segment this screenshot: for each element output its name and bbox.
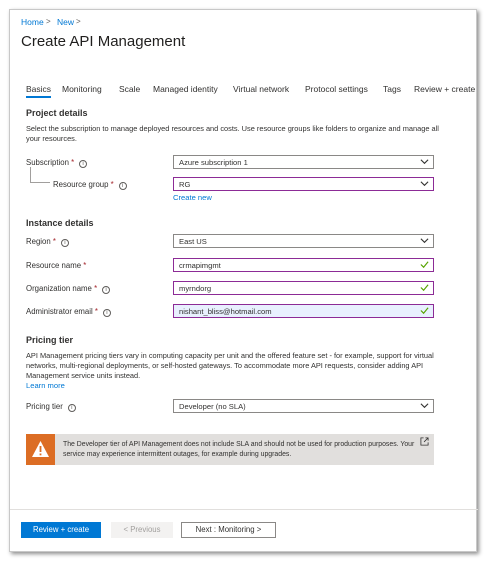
chevron-down-icon: [420, 159, 429, 165]
resource-name-input[interactable]: crmapimgmt: [173, 258, 434, 272]
chevron-down-icon: [420, 238, 429, 244]
next-monitoring-button[interactable]: Next : Monitoring >: [181, 522, 276, 538]
review-create-button[interactable]: Review + create: [21, 522, 101, 538]
project-details-heading: Project details: [26, 108, 88, 118]
tree-connector: [30, 167, 50, 183]
warning-text: The Developer tier of API Management doe…: [63, 441, 415, 458]
required-marker: *: [94, 284, 98, 293]
resource-group-select[interactable]: RG: [173, 177, 434, 191]
previous-button[interactable]: < Previous: [111, 522, 173, 538]
warning-banner: The Developer tier of API Management doe…: [26, 434, 434, 465]
tab-scale[interactable]: Scale: [119, 84, 140, 94]
tab-managed-identity[interactable]: Managed identity: [153, 84, 218, 94]
required-marker: *: [94, 307, 98, 316]
info-icon[interactable]: i: [118, 182, 127, 190]
required-marker: *: [52, 237, 56, 246]
instance-details-heading: Instance details: [26, 218, 94, 228]
info-icon[interactable]: i: [102, 309, 111, 317]
resource-group-label: Resource group * i: [53, 180, 127, 190]
tab-review-create[interactable]: Review + create: [414, 84, 475, 94]
tab-virtual-network[interactable]: Virtual network: [233, 84, 289, 94]
breadcrumb-new[interactable]: New: [57, 17, 74, 27]
create-new-link[interactable]: Create new: [173, 193, 212, 202]
tab-basics[interactable]: Basics: [26, 84, 52, 98]
region-value: East US: [179, 237, 207, 246]
required-marker: *: [110, 180, 114, 189]
info-icon[interactable]: i: [67, 404, 76, 412]
checkmark-icon: [420, 261, 429, 269]
footer-divider: [10, 509, 478, 510]
info-icon[interactable]: i: [102, 286, 111, 294]
breadcrumb-separator-icon: >: [46, 17, 51, 26]
pricing-tier-value: Developer (no SLA): [179, 402, 246, 411]
pricing-tier-heading: Pricing tier: [26, 335, 74, 345]
organization-name-label: Organization name * i: [26, 284, 111, 294]
warning-icon: [32, 441, 49, 457]
breadcrumb-separator-icon: >: [76, 17, 81, 26]
checkmark-icon: [420, 284, 429, 292]
required-marker: *: [83, 261, 87, 270]
subscription-select[interactable]: Azure subscription 1: [173, 155, 434, 169]
administrator-email-value: nishant_bliss@hotmail.com: [179, 307, 272, 316]
region-select[interactable]: East US: [173, 234, 434, 248]
pricing-tier-select[interactable]: Developer (no SLA): [173, 399, 434, 413]
organization-name-input[interactable]: myrndorg: [173, 281, 434, 295]
tab-protocol-settings[interactable]: Protocol settings: [305, 84, 368, 94]
administrator-email-label: Administrator email * i: [26, 307, 111, 317]
administrator-email-input[interactable]: nishant_bliss@hotmail.com: [173, 304, 434, 318]
project-details-description: Select the subscription to manage deploy…: [26, 124, 439, 143]
tab-monitoring[interactable]: Monitoring: [62, 84, 102, 94]
info-icon[interactable]: i: [60, 239, 69, 247]
required-marker: *: [71, 158, 75, 167]
info-icon[interactable]: i: [79, 160, 88, 168]
organization-name-value: myrndorg: [179, 284, 212, 293]
pricing-tier-label: Pricing tier i: [26, 402, 76, 412]
chevron-down-icon: [420, 403, 429, 409]
resource-group-value: RG: [179, 180, 191, 189]
external-link-icon[interactable]: [420, 437, 429, 446]
checkmark-icon: [420, 307, 429, 315]
create-api-management-blade: Home > New > Create API Management Basic…: [9, 9, 478, 552]
breadcrumb-home[interactable]: Home: [21, 17, 44, 27]
pricing-tier-description: API Management pricing tiers vary in com…: [26, 351, 434, 380]
learn-more-link[interactable]: Learn more: [26, 381, 65, 390]
warning-icon-container: [26, 434, 55, 465]
tab-tags[interactable]: Tags: [383, 84, 401, 94]
chevron-down-icon: [420, 181, 429, 187]
region-label: Region * i: [26, 237, 69, 247]
tab-bar: Basics Monitoring Scale Managed identity…: [10, 84, 478, 100]
resource-name-label: Resource name *: [26, 261, 87, 270]
subscription-value: Azure subscription 1: [179, 158, 248, 167]
page-title: Create API Management: [21, 33, 186, 50]
resource-name-value: crmapimgmt: [179, 261, 221, 270]
